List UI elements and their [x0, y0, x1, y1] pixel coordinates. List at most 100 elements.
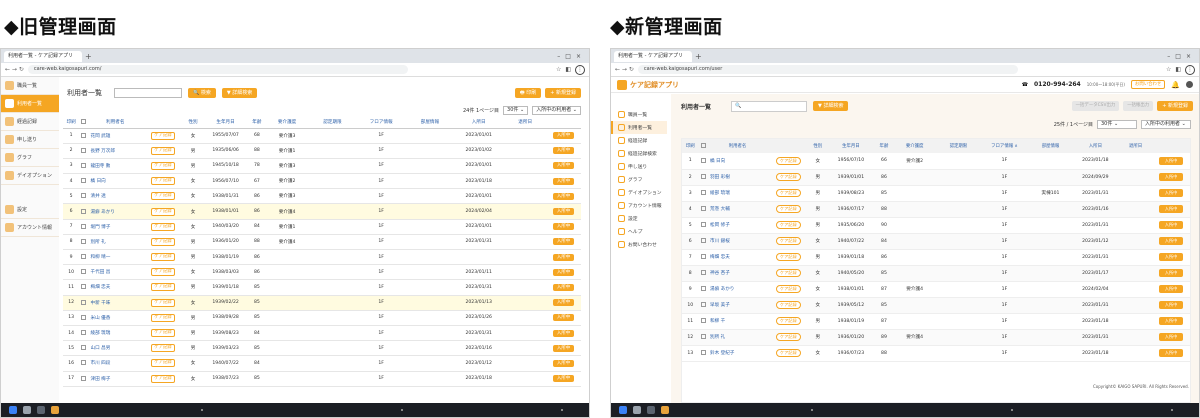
care-record-button[interactable]: ケア記録 — [151, 207, 175, 216]
table-row[interactable]: 6 市川 銀桜 ケア記録女 1940/07/22 84 1F 2023/01/12 入所中 — [682, 233, 1190, 250]
row-checkbox[interactable] — [700, 334, 706, 339]
csv-export-button[interactable]: 一括データCSV出力 — [1071, 101, 1120, 111]
status-badge[interactable]: 入所中 — [1158, 189, 1184, 197]
table-row[interactable]: 17 津田 梅子 ケア記録女 1938/07/23 85 1F 2023/01/18 入所中 — [63, 371, 581, 387]
care-record-button[interactable]: ケア記録 — [151, 146, 175, 155]
user-name-link[interactable]: 湯癖 あかり — [707, 281, 768, 298]
taskbar-browser-icon[interactable] — [51, 406, 59, 414]
row-checkbox[interactable] — [81, 208, 87, 214]
sidebar-item-6[interactable]: グラフ — [611, 173, 667, 186]
taskbar-app-icon[interactable] — [647, 406, 655, 414]
care-record-button[interactable]: ケア記録 — [775, 317, 801, 325]
table-row[interactable]: 3 龍田寺 勲ケア記録男 1945/10/18 78 要介護3 1F 2023/01/01 入… — [63, 158, 581, 175]
care-record-button[interactable]: ケア記録 — [151, 192, 175, 201]
user-name-link[interactable]: 中新 千味 — [88, 295, 142, 311]
user-name-link[interactable]: 荒巻 大輔 — [707, 201, 768, 218]
table-row[interactable]: 11 和柳 千ケア記録男 1938/01/19 87 1F 2023/01/18 入所中 — [682, 313, 1190, 330]
sidebar-item-7[interactable]: 設定 — [1, 201, 59, 219]
print-button[interactable]: 🖶 印刷 — [514, 88, 542, 98]
status-badge[interactable]: 入所中 — [1158, 237, 1184, 245]
sidebar-item-1[interactable]: 職員一覧 — [611, 108, 667, 121]
status-badge[interactable]: 入所中 — [1158, 301, 1184, 309]
row-checkbox[interactable] — [81, 178, 87, 184]
sidebar-item-9[interactable]: 設定 — [611, 212, 667, 225]
status-badge[interactable]: 入所中 — [1158, 317, 1184, 325]
care-record-button[interactable]: ケア記録 — [775, 333, 801, 341]
per-page-select[interactable]: 30件 ⌄ — [503, 105, 529, 115]
new-tab-icon[interactable]: + — [85, 52, 92, 61]
row-checkbox[interactable] — [700, 286, 706, 291]
column-header[interactable]: フロア情報 — [355, 117, 407, 129]
column-header[interactable]: 利用者名 — [88, 117, 142, 129]
user-name-link[interactable]: 鈴木 登紀子 — [707, 345, 768, 362]
row-checkbox[interactable] — [700, 238, 706, 243]
status-badge[interactable]: 入所中 — [552, 268, 575, 276]
table-row[interactable]: 14 綾部 琉瑞 ケア記録男 1939/08/23 84 1F 2023/01/31 入所中 — [63, 325, 581, 342]
care-record-button[interactable]: ケア記録 — [775, 189, 801, 197]
taskbar-search-icon[interactable] — [23, 406, 31, 414]
care-record-button[interactable]: ケア記録 — [775, 173, 801, 181]
user-name-link[interactable]: 清井 透 — [88, 188, 142, 205]
table-row[interactable]: 10 早坂 美子 ケア記録女 1939/05/12 85 1F 2023/01/31 入所中 — [682, 297, 1190, 314]
care-record-button[interactable]: ケア記録 — [151, 283, 175, 292]
table-row[interactable]: 7 梅畑 忠夫 ケア記録男 1939/01/18 86 1F 2023/01/31 入所中 — [682, 249, 1190, 266]
search-button[interactable]: 🔍 検索 — [188, 88, 216, 98]
table-row[interactable]: 1 橘 日向 ケア記録女 1956/07/10 66 要介護2 1F 2023/01/18 入所… — [682, 153, 1190, 170]
status-badge[interactable]: 入所中 — [1158, 285, 1184, 293]
column-header[interactable]: 印刷 — [63, 117, 80, 129]
row-checkbox[interactable] — [81, 223, 87, 229]
user-name-link[interactable]: 梅畑 忠夫 — [88, 279, 142, 296]
table-row[interactable]: 15 山口 昌男 ケア記録男 1939/03/23 85 1F 2023/01/16 入所中 — [63, 340, 581, 357]
row-checkbox[interactable] — [700, 302, 706, 307]
care-record-button[interactable]: ケア記録 — [151, 161, 175, 170]
sidebar-item-1[interactable]: 職員一覧 — [1, 77, 59, 95]
user-name-link[interactable]: 橘 日向 — [88, 173, 142, 190]
care-record-button[interactable]: ケア記録 — [151, 268, 175, 277]
column-header[interactable]: 性別 — [183, 117, 203, 129]
care-record-button[interactable]: ケア記録 — [775, 269, 801, 277]
nav-arrows-icon[interactable]: ← → ↻ — [5, 66, 24, 73]
row-checkbox[interactable] — [700, 222, 706, 227]
care-record-button[interactable]: ケア記録 — [151, 298, 175, 307]
care-record-button[interactable]: ケア記録 — [151, 237, 175, 246]
table-row[interactable]: 8 神谷 杏子 ケア記録女 1940/05/20 85 1F 2023/01/17 入所中 — [682, 265, 1190, 282]
windows-start-icon[interactable] — [9, 406, 17, 414]
status-badge[interactable]: 入所中 — [1158, 221, 1184, 229]
column-header[interactable]: 入所日 — [453, 117, 505, 129]
windows-start-icon[interactable] — [619, 406, 627, 414]
status-badge[interactable]: 入所中 — [552, 238, 575, 246]
column-header[interactable]: 性別 — [809, 139, 827, 153]
row-checkbox[interactable] — [81, 360, 87, 366]
sidebar-item-2[interactable]: 利用者一覧 — [611, 121, 667, 134]
column-header[interactable]: 入所日 — [1071, 139, 1119, 153]
care-record-button[interactable]: ケア記録 — [775, 301, 801, 309]
care-record-button[interactable]: ケア記録 — [151, 313, 175, 322]
table-row[interactable]: 5 清井 透ケア記録女 1938/01/31 86 要介護3 1F 2023/01/01 入所… — [63, 188, 581, 205]
user-name-link[interactable]: 千代田 昌 — [88, 264, 142, 281]
column-header[interactable]: 退所日 — [1119, 139, 1153, 153]
table-row[interactable]: 4 荒巻 大輔 ケア記録男 1936/07/17 88 1F 2023/01/16 入所中 — [682, 201, 1190, 218]
taskbar-app-icon[interactable] — [37, 406, 45, 414]
sidebar-item-5[interactable]: グラフ — [1, 149, 59, 167]
user-name-link[interactable]: 綾部 琉瑞 — [707, 185, 768, 202]
sidebar-item-10[interactable]: ヘルプ — [611, 225, 667, 238]
table-row[interactable]: 13 鈴木 登紀子 ケア記録女 1936/07/23 88 1F 2023/01/18 入所中 — [682, 345, 1190, 362]
care-record-button[interactable]: ケア記録 — [775, 349, 801, 357]
filter-select[interactable]: 入所中の利用者 ⌄ — [532, 105, 581, 115]
row-checkbox[interactable] — [81, 162, 87, 168]
sidebar-item-8[interactable]: アカウント情報 — [611, 199, 667, 212]
taskbar-browser-icon[interactable] — [661, 406, 669, 414]
care-record-button[interactable]: ケア記録 — [775, 285, 801, 293]
sidebar-item-8[interactable]: アカウント情報 — [1, 219, 59, 237]
sidebar-item-7[interactable]: デイオプション — [611, 186, 667, 199]
user-name-link[interactable]: 湯癖 あかり — [88, 203, 142, 220]
search-input[interactable] — [114, 88, 182, 98]
table-row[interactable]: 13 米山 優香 ケア記録男 1938/09/28 85 1F 2023/01/26 入所中 — [63, 310, 581, 326]
user-name-link[interactable]: 長野 万次郎 — [88, 143, 142, 159]
row-checkbox[interactable] — [81, 147, 87, 153]
user-name-link[interactable]: 花岡 武雄 — [88, 128, 142, 144]
column-header[interactable]: 要介護度 — [265, 117, 310, 129]
status-badge[interactable]: 入所中 — [552, 329, 575, 337]
browser-tab[interactable]: 利用者一覧 - ケア記録アプリ — [614, 50, 692, 62]
column-header[interactable]: 部屋情報 — [1029, 139, 1072, 153]
